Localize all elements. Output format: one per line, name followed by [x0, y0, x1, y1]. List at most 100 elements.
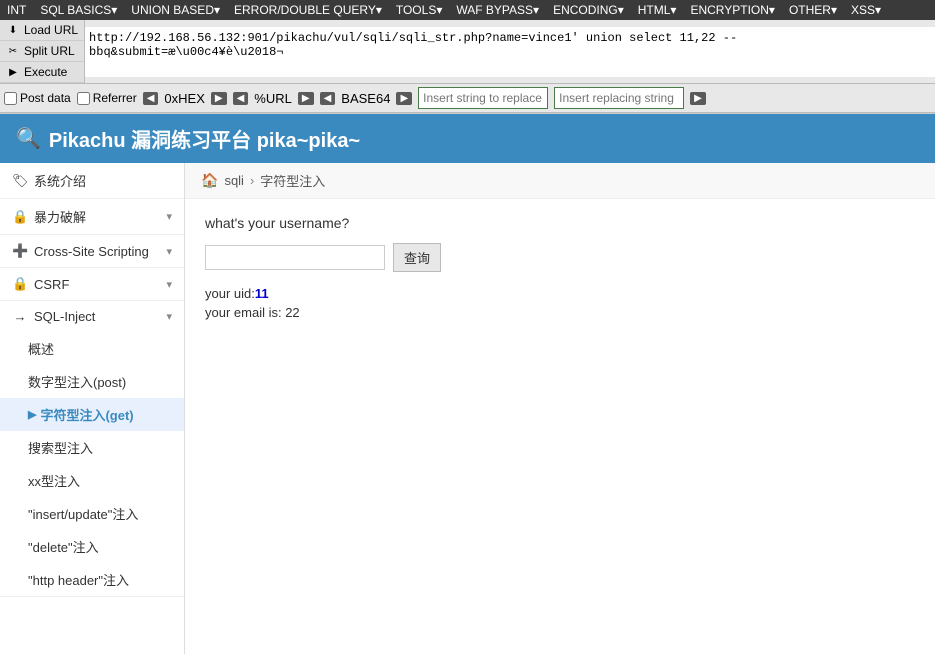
csrf-icon: 🔒 [12, 276, 28, 292]
bruteforce-icon: 🔒 [12, 209, 28, 225]
page-question: what's your username? [205, 215, 915, 231]
intro-icon: 🏷 [12, 173, 28, 189]
post-data-option: Post data [4, 91, 71, 105]
sidebar-sub-insert-update[interactable]: "insert/update"注入 [0, 497, 184, 530]
insert-replacing-string[interactable] [554, 87, 684, 109]
split-url-label: Split URL [24, 44, 75, 58]
nav-int[interactable]: INT [4, 2, 29, 18]
base64-right-arrow[interactable]: ▶ [396, 92, 412, 105]
sidebar-item-sqlinject-header[interactable]: → SQL-Inject ▾ [0, 301, 184, 332]
home-icon: 🏠 [201, 172, 218, 189]
sidebar: 🏷 系统介绍 🔒 暴力破解 ▾ ➕ Cross-Site Scripting ▾… [0, 163, 185, 654]
breadcrumb-sep: › [250, 173, 254, 188]
pikachu-search-icon: 🔍 [16, 126, 41, 151]
nav-waf-bypass[interactable]: WAF BYPASS▾ [453, 2, 542, 18]
nav-bar: INT SQL BASICS▾ UNION BASED▾ ERROR/DOUBL… [0, 0, 935, 20]
sqlinject-icon: → [12, 309, 28, 324]
bruteforce-chevron: ▾ [166, 210, 172, 223]
uid-label: your uid: [205, 286, 255, 301]
sidebar-label-bruteforce: 暴力破解 [34, 207, 86, 226]
query-button[interactable]: 查询 [393, 243, 441, 272]
sidebar-sub-overview[interactable]: 概述 [0, 332, 184, 365]
execute-button[interactable]: ▶ Execute [0, 62, 84, 83]
referrer-label: Referrer [93, 91, 137, 105]
url-row: ⬇ Load URL ✂ Split URL ▶ Execute http://… [0, 20, 935, 84]
nav-tools[interactable]: TOOLS▾ [393, 2, 445, 18]
nav-other[interactable]: OTHER▾ [786, 2, 840, 18]
load-url-label: Load URL [24, 23, 78, 37]
xss-chevron: ▾ [166, 245, 172, 258]
string-get-label: 字符型注入(get) [40, 405, 133, 424]
base64-label: BASE64 [341, 91, 390, 106]
breadcrumb: 🏠 sqli › 字符型注入 [185, 163, 935, 199]
sidebar-sub-xx[interactable]: xx型注入 [0, 464, 184, 497]
sidebar-section-csrf: 🔒 CSRF ▾ [0, 268, 184, 301]
sidebar-label-sqlinject: SQL-Inject [34, 309, 95, 324]
referrer-checkbox[interactable] [77, 92, 90, 105]
search-inject-label: 搜索型注入 [28, 438, 93, 457]
sidebar-section-intro: 🏷 系统介绍 [0, 163, 184, 199]
nav-html[interactable]: HTML▾ [635, 2, 680, 18]
active-arrow-icon: ▶ [28, 408, 36, 421]
post-data-checkbox[interactable] [4, 92, 17, 105]
sidebar-label-intro: 系统介绍 [34, 171, 86, 190]
sidebar-item-bruteforce[interactable]: 🔒 暴力破解 ▾ [0, 199, 184, 234]
nav-union-based[interactable]: UNION BASED▾ [128, 2, 223, 18]
breadcrumb-current: 字符型注入 [260, 171, 325, 190]
load-url-icon: ⬇ [6, 23, 20, 37]
sidebar-sub-search[interactable]: 搜索型注入 [0, 431, 184, 464]
insert-string-to-replace[interactable] [418, 87, 548, 109]
sidebar-label-xss: Cross-Site Scripting [34, 244, 149, 259]
url-right-arrow[interactable]: ▶ [298, 92, 314, 105]
app-header: 🔍 Pikachu 漏洞练习平台 pika~pika~ [0, 114, 935, 163]
http-header-label: "http header"注入 [28, 570, 129, 589]
uid-value: 11 [255, 286, 269, 301]
nav-sql-basics[interactable]: SQL BASICS▾ [37, 2, 120, 18]
replace-arrow[interactable]: ▶ [690, 92, 706, 105]
sidebar-item-csrf[interactable]: 🔒 CSRF ▾ [0, 268, 184, 300]
sidebar-label-csrf: CSRF [34, 277, 69, 292]
result-email-line: your email is: 22 [205, 305, 915, 320]
sidebar-item-xss[interactable]: ➕ Cross-Site Scripting ▾ [0, 235, 184, 267]
hex-left-arrow[interactable]: ◀ [143, 92, 159, 105]
url-input-area: http://192.168.56.132:901/pikachu/vul/sq… [85, 20, 935, 83]
numeric-post-label: 数字型注入(post) [28, 372, 126, 391]
split-url-icon: ✂ [6, 44, 20, 58]
base64-left-arrow[interactable]: ◀ [320, 92, 336, 105]
url-left-arrow[interactable]: ◀ [233, 92, 249, 105]
username-input[interactable] [205, 245, 385, 270]
load-url-button[interactable]: ⬇ Load URL [0, 20, 84, 41]
sidebar-sub-string-get[interactable]: ▶ 字符型注入(get) [0, 398, 184, 431]
nav-error-double[interactable]: ERROR/DOUBLE QUERY▾ [231, 2, 385, 18]
app-title: Pikachu 漏洞练习平台 pika~pika~ [49, 124, 360, 153]
execute-label: Execute [24, 65, 67, 79]
nav-xss[interactable]: XSS▾ [848, 2, 884, 18]
left-buttons: ⬇ Load URL ✂ Split URL ▶ Execute [0, 20, 85, 83]
form-row: 查询 [205, 243, 915, 272]
content-area: 🏠 sqli › 字符型注入 what's your username? 查询 … [185, 163, 935, 654]
sidebar-sub-http-header[interactable]: "http header"注入 [0, 563, 184, 596]
split-url-button[interactable]: ✂ Split URL [0, 41, 84, 62]
sidebar-section-sqlinject: → SQL-Inject ▾ 概述 数字型注入(post) ▶ 字符型注入(ge… [0, 301, 184, 597]
sidebar-section-bruteforce: 🔒 暴力破解 ▾ [0, 199, 184, 235]
xx-inject-label: xx型注入 [28, 471, 80, 490]
delete-inject-label: "delete"注入 [28, 537, 99, 556]
nav-encoding[interactable]: ENCODING▾ [550, 2, 627, 18]
url-input[interactable]: http://192.168.56.132:901/pikachu/vul/sq… [85, 27, 935, 77]
url-label: %URL [254, 91, 292, 106]
email-value: 22 [285, 305, 299, 320]
breadcrumb-sqli[interactable]: sqli [224, 173, 244, 188]
post-data-label: Post data [20, 91, 71, 105]
result-uid-line: your uid:11 [205, 286, 915, 301]
main-content: 🏷 系统介绍 🔒 暴力破解 ▾ ➕ Cross-Site Scripting ▾… [0, 163, 935, 654]
insert-update-label: "insert/update"注入 [28, 504, 138, 523]
execute-icon: ▶ [6, 65, 20, 79]
sqlinject-chevron: ▾ [166, 310, 172, 323]
nav-encryption[interactable]: ENCRYPTION▾ [687, 2, 777, 18]
overview-label: 概述 [28, 339, 54, 358]
xss-icon: ➕ [12, 243, 28, 259]
sidebar-item-intro[interactable]: 🏷 系统介绍 [0, 163, 184, 198]
hex-right-arrow[interactable]: ▶ [211, 92, 227, 105]
sidebar-sub-delete[interactable]: "delete"注入 [0, 530, 184, 563]
sidebar-sub-numeric-post[interactable]: 数字型注入(post) [0, 365, 184, 398]
